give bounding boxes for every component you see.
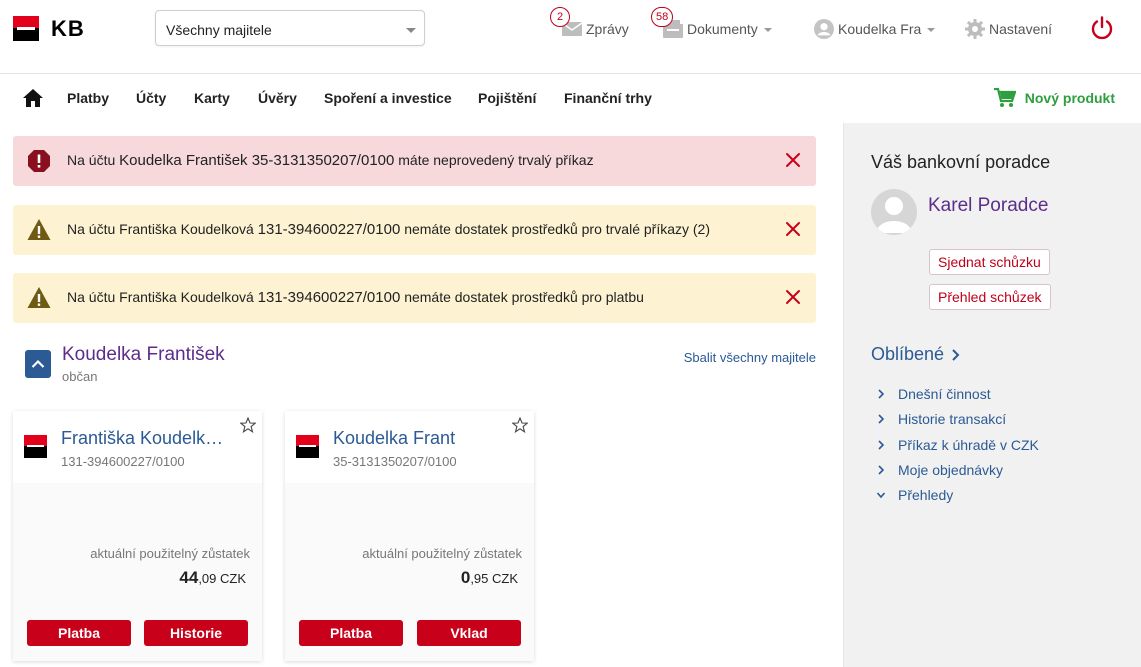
favorite-item[interactable]: Příkaz k úhradě v CZK [876, 437, 1039, 453]
meetings-overview-button[interactable]: Přehled schůzek [929, 284, 1051, 310]
adviser-heading: Váš bankovní poradce [871, 152, 1051, 172]
user-menu[interactable]: Koudelka Fra [814, 18, 936, 40]
home-button[interactable] [23, 89, 43, 109]
nav-item-karty[interactable]: Karty [194, 90, 230, 106]
chevron-right-icon [878, 414, 885, 424]
messages-label: Zprávy [586, 21, 629, 37]
logout-power-button[interactable] [1089, 15, 1115, 41]
balance-label: aktuální použitelný zůstatek [90, 546, 250, 561]
chevron-down-icon [406, 28, 416, 33]
warning-triangle-icon [27, 287, 51, 308]
documents-label: Dokumenty [687, 21, 758, 37]
adviser-name[interactable]: Karel Poradce [928, 195, 1048, 217]
user-avatar-icon [876, 197, 912, 233]
nav-item-pojisteni[interactable]: Pojištění [478, 90, 536, 106]
chevron-right-icon [952, 348, 960, 361]
chevron-right-icon [878, 440, 885, 450]
star-icon[interactable] [240, 417, 256, 433]
nav-item-platby[interactable]: Platby [67, 90, 109, 106]
main-navigation: Platby Účty Karty Úvěry Spoření a invest… [0, 74, 1141, 123]
favorite-item[interactable]: Historie transakcí [876, 411, 1006, 427]
favorite-item[interactable]: Moje objednávky [876, 462, 1003, 478]
user-name-label: Koudelka Fra [838, 21, 922, 37]
account-card-header: Koudelka Frant 35-3131350207/0100 [285, 411, 534, 483]
balance-amount: 44,09 CZK [179, 568, 246, 587]
alert-error: Na účtu Koudelka František 35-3131350207… [13, 136, 816, 186]
account-title[interactable]: Koudelka Frant [333, 428, 455, 449]
owner-select-value: Všechny majitele [166, 22, 272, 38]
document-tray-icon: 58 [651, 7, 683, 39]
favorite-item[interactable]: Dnešní činnost [876, 386, 991, 402]
payment-button[interactable]: Platba [299, 620, 403, 646]
power-icon [1091, 16, 1113, 40]
alert-warning: Na účtu Františka Koudelková 131-3946002… [13, 205, 816, 255]
chevron-down-icon [876, 492, 886, 499]
messages-count-badge: 2 [550, 7, 570, 27]
nav-item-uvery[interactable]: Úvěry [258, 90, 297, 106]
new-product-link[interactable]: Nový produkt [993, 88, 1115, 108]
account-number: 131-394600227/0100 [61, 454, 185, 469]
balance-label: aktuální použitelný zůstatek [362, 546, 522, 561]
collapse-all-owners-link[interactable]: Sbalit všechny majitele [684, 350, 816, 365]
nav-item-ucty[interactable]: Účty [136, 90, 166, 106]
favorites-heading[interactable]: Oblíbené [871, 344, 961, 365]
close-icon[interactable] [784, 151, 802, 169]
nav-item-financni-trhy[interactable]: Finanční trhy [564, 90, 652, 106]
owner-select[interactable]: Všechny majitele [155, 10, 425, 46]
chevron-right-icon [878, 389, 885, 399]
warning-triangle-icon [27, 219, 51, 240]
kb-logo-mark [296, 435, 319, 458]
alert-message: Na účtu Koudelka František 35-3131350207… [67, 152, 594, 169]
home-icon [23, 89, 43, 107]
alert-message: Na účtu Františka Koudelková 131-3946002… [67, 289, 644, 306]
chevron-right-icon [878, 465, 885, 475]
chevron-up-icon [31, 359, 45, 368]
balance-amount: 0,95 CZK [460, 568, 518, 587]
new-product-label: Nový produkt [1024, 90, 1115, 106]
kb-logo-text: KB [51, 15, 85, 41]
account-card[interactable]: Františka Koudelková 131-394600227/0100 … [13, 411, 262, 661]
collapse-owner-button[interactable] [25, 350, 51, 378]
account-number: 35-3131350207/0100 [333, 454, 457, 469]
alert-message: Na účtu Františka Koudelková 131-3946002… [67, 221, 710, 238]
deposit-button[interactable]: Vklad [417, 620, 521, 646]
documents-count-badge: 58 [651, 7, 674, 27]
kb-logo[interactable]: KB [13, 16, 85, 41]
account-card[interactable]: Koudelka Frant 35-3131350207/0100 aktuál… [285, 411, 534, 661]
chevron-down-icon [927, 28, 936, 32]
kb-logo-mark [24, 435, 47, 458]
owner-name[interactable]: Koudelka František [62, 344, 225, 366]
account-title[interactable]: Františka Koudelková [61, 428, 231, 449]
close-icon[interactable] [784, 220, 802, 238]
star-icon[interactable] [512, 417, 528, 433]
favorite-item[interactable]: Přehledy [876, 487, 953, 503]
account-card-header: Františka Koudelková 131-394600227/0100 [13, 411, 262, 483]
alert-warning: Na účtu Františka Koudelková 131-3946002… [13, 273, 816, 323]
owner-type: občan [62, 369, 98, 384]
error-octagon-icon [28, 150, 50, 172]
user-avatar-icon [814, 19, 834, 39]
documents-link[interactable]: 58 Dokumenty [651, 7, 772, 40]
envelope-icon: 2 [550, 7, 582, 39]
adviser-avatar [871, 189, 917, 235]
nav-item-sporeni[interactable]: Spoření a investice [324, 90, 452, 106]
chevron-down-icon [763, 28, 772, 32]
payment-button[interactable]: Platba [27, 620, 131, 646]
settings-link[interactable]: Nastavení [965, 18, 1052, 40]
close-icon[interactable] [784, 288, 802, 306]
top-header: KB Všechny majitele 2 Zprávy 58 Dokument… [0, 0, 1141, 74]
shopping-cart-icon [993, 88, 1016, 107]
kb-logo-mark [13, 16, 39, 41]
schedule-meeting-button[interactable]: Sjednat schůzku [929, 249, 1050, 275]
messages-link[interactable]: 2 Zprávy [550, 7, 629, 40]
settings-label: Nastavení [989, 21, 1053, 37]
history-button[interactable]: Historie [144, 620, 248, 646]
gear-icon [965, 19, 985, 39]
